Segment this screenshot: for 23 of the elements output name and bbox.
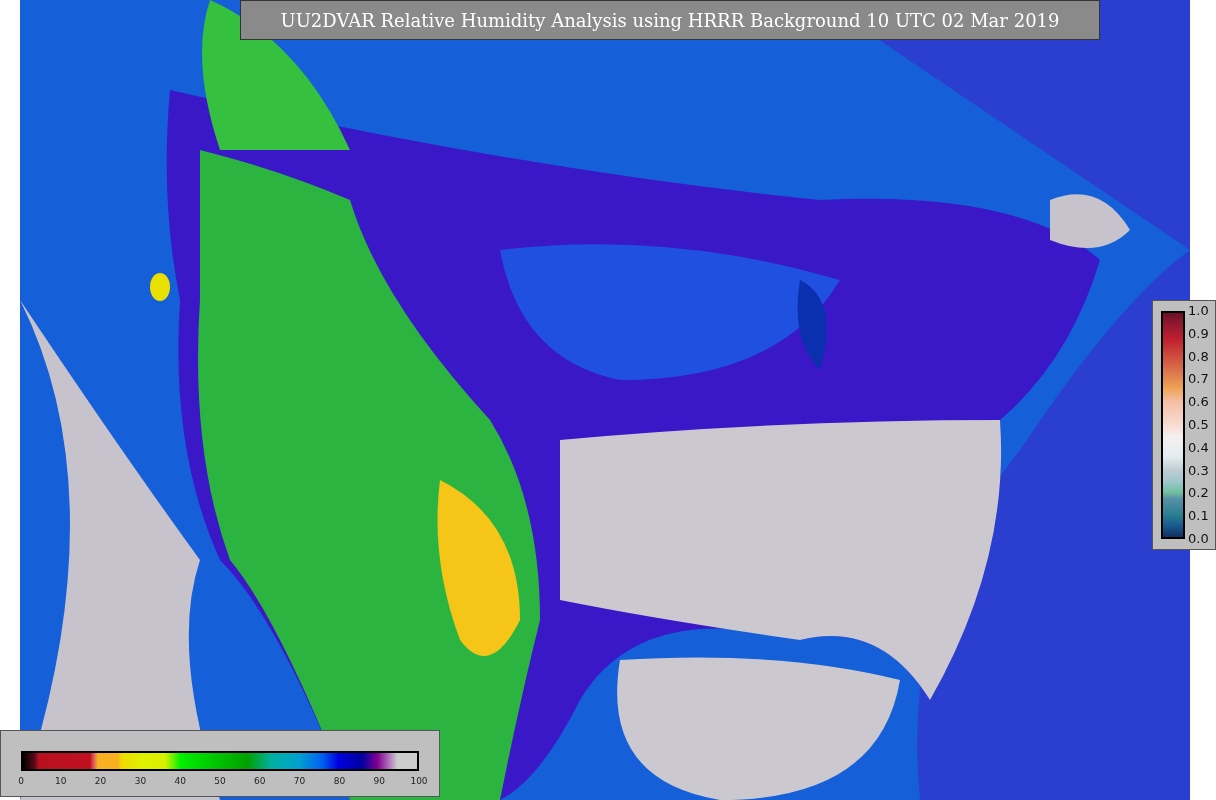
tick-label: 1.0 [1188, 303, 1209, 319]
tick-label: 0.6 [1188, 394, 1209, 411]
tick-label: 0.5 [1188, 417, 1209, 433]
tick-label: 60 [254, 776, 266, 786]
tick-label: 30 [134, 776, 147, 786]
tick-label: 80 [333, 776, 346, 786]
plot-title: UU2DVAR Relative Humidity Analysis using HRRR Background 10 UTC 02 Mar 2019 [240, 0, 1100, 40]
tick-label: 0.7 [1188, 371, 1209, 388]
tick-label: 70 [293, 776, 306, 786]
tick-label: 0.9 [1188, 325, 1209, 342]
tick-label: 0.4 [1188, 439, 1209, 456]
tick-label: 0 [18, 776, 24, 786]
tick-label: 0.2 [1188, 485, 1209, 502]
tick-label: 0.3 [1188, 462, 1209, 479]
tick-label: 0.0 [1188, 530, 1209, 547]
tick-label: 20 [94, 776, 107, 786]
tick-label: 90 [373, 776, 385, 786]
tick-label: 50 [214, 776, 226, 786]
tick-label: 10 [55, 776, 67, 786]
tick-label: 100 [410, 776, 428, 786]
tick-label: 0.8 [1188, 348, 1209, 365]
tick-label: 0.1 [1188, 508, 1209, 525]
tick-label: 40 [174, 776, 186, 786]
